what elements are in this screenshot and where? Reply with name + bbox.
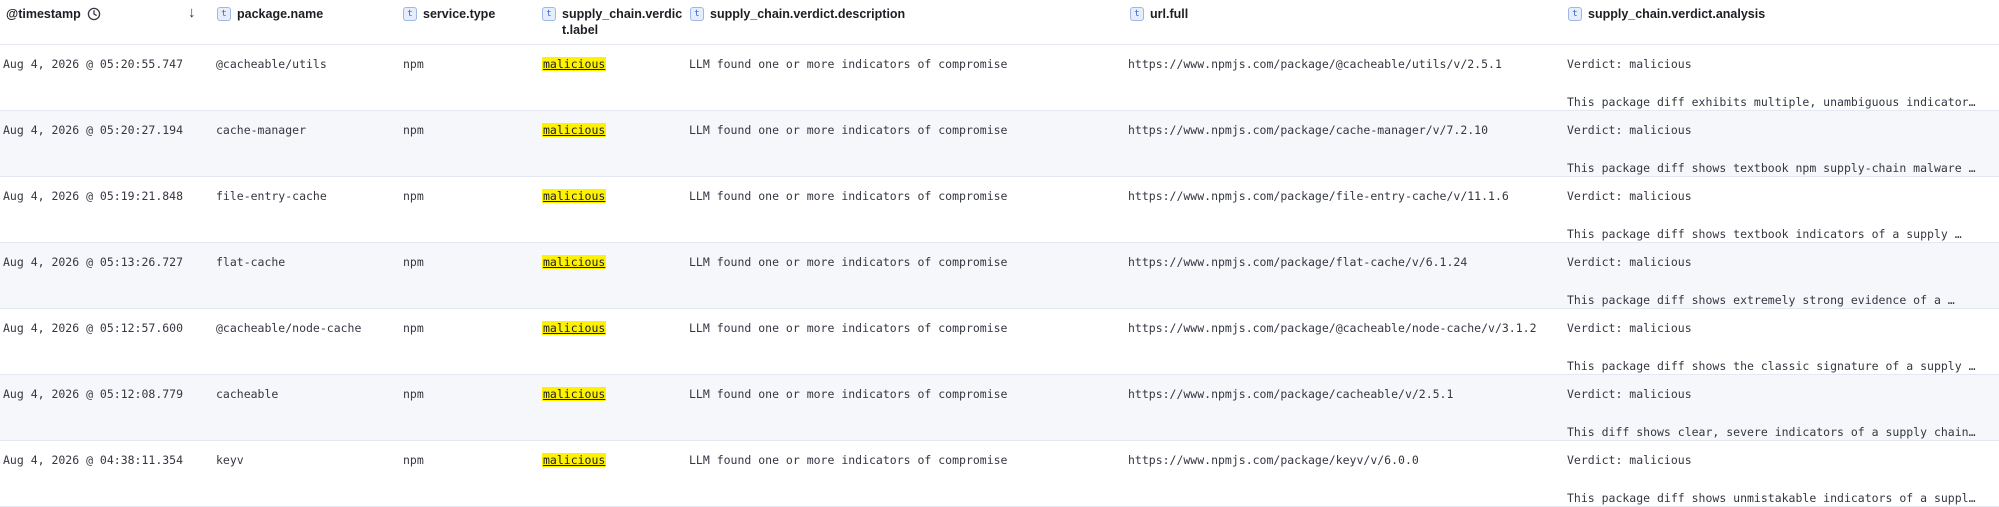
column-header-label: supply_chain.verdict.description — [710, 7, 906, 21]
column-header-label: package.name — [237, 7, 324, 21]
column-header-label: service.type — [423, 7, 496, 21]
package-name-cell[interactable]: keyv — [216, 453, 244, 467]
verdict-analysis-line2[interactable]: This package diff shows textbook indicat… — [1567, 227, 1997, 241]
verdict-label-cell[interactable]: malicious — [542, 189, 607, 203]
verdict-analysis-line1[interactable]: Verdict: malicious — [1567, 123, 1692, 137]
text-field-type-icon: t — [542, 7, 556, 21]
table-body: Aug 4, 2026 @ 05:20:55.747 @cacheable/ut… — [0, 45, 1999, 507]
verdict-description-cell[interactable]: LLM found one or more indicators of comp… — [689, 57, 1008, 71]
timestamp-cell[interactable]: Aug 4, 2026 @ 05:19:21.848 — [3, 189, 183, 203]
url-cell[interactable]: https://www.npmjs.com/package/file-entry… — [1128, 189, 1509, 203]
column-header-package-name[interactable]: t package.name — [217, 6, 323, 22]
timestamp-cell[interactable]: Aug 4, 2026 @ 05:20:27.194 — [3, 123, 183, 137]
service-type-cell[interactable]: npm — [403, 123, 424, 137]
service-type-cell[interactable]: npm — [403, 453, 424, 467]
verdict-label-cell[interactable]: malicious — [542, 123, 607, 137]
service-type-cell[interactable]: npm — [403, 57, 424, 71]
sort-descending-arrow-icon[interactable]: ↓ — [188, 5, 196, 21]
verdict-label-highlight: malicious — [542, 57, 607, 71]
table-row[interactable]: Aug 4, 2026 @ 05:19:21.848 file-entry-ca… — [0, 177, 1999, 243]
verdict-analysis-line1[interactable]: Verdict: malicious — [1567, 453, 1692, 467]
column-header-verdict-label[interactable]: t supply_chain.verdic t.label — [542, 6, 682, 38]
verdict-description-cell[interactable]: LLM found one or more indicators of comp… — [689, 453, 1008, 467]
text-field-type-icon: t — [690, 7, 704, 21]
column-header-verdict-analysis[interactable]: t supply_chain.verdict.analysis — [1568, 6, 1765, 22]
verdict-label-highlight: malicious — [542, 189, 607, 203]
verdict-analysis-line1[interactable]: Verdict: malicious — [1567, 189, 1692, 203]
timestamp-cell[interactable]: Aug 4, 2026 @ 05:12:57.600 — [3, 321, 183, 335]
package-name-cell[interactable]: @cacheable/node-cache — [216, 321, 361, 335]
verdict-analysis-line2[interactable]: This package diff shows the classic sign… — [1567, 359, 1997, 373]
text-field-type-icon: t — [403, 7, 417, 21]
package-name-cell[interactable]: @cacheable/utils — [216, 57, 327, 71]
column-header-label: @timestamp — [6, 7, 81, 21]
table-row[interactable]: Aug 4, 2026 @ 05:20:27.194 cache-manager… — [0, 111, 1999, 177]
service-type-cell[interactable]: npm — [403, 387, 424, 401]
clock-icon — [87, 7, 101, 25]
package-name-cell[interactable]: file-entry-cache — [216, 189, 327, 203]
verdict-label-cell[interactable]: malicious — [542, 57, 607, 71]
url-cell[interactable]: https://www.npmjs.com/package/cache-mana… — [1128, 123, 1488, 137]
timestamp-cell[interactable]: Aug 4, 2026 @ 05:20:55.747 — [3, 57, 183, 71]
package-name-cell[interactable]: flat-cache — [216, 255, 285, 269]
verdict-label-highlight: malicious — [542, 255, 607, 269]
table-row[interactable]: Aug 4, 2026 @ 05:12:57.600 @cacheable/no… — [0, 309, 1999, 375]
package-name-cell[interactable]: cacheable — [216, 387, 278, 401]
verdict-analysis-line1[interactable]: Verdict: malicious — [1567, 255, 1692, 269]
verdict-description-cell[interactable]: LLM found one or more indicators of comp… — [689, 321, 1008, 335]
verdict-analysis-line2[interactable]: This package diff exhibits multiple, una… — [1567, 95, 1997, 109]
package-name-cell[interactable]: cache-manager — [216, 123, 306, 137]
verdict-label-highlight: malicious — [542, 453, 607, 467]
verdict-label-highlight: malicious — [542, 387, 607, 401]
column-header-verdict-description[interactable]: t supply_chain.verdict.description — [690, 6, 905, 22]
table-row[interactable]: Aug 4, 2026 @ 05:12:08.779 cacheable npm… — [0, 375, 1999, 441]
service-type-cell[interactable]: npm — [403, 321, 424, 335]
verdict-label-cell[interactable]: malicious — [542, 387, 607, 401]
table-header: @timestamp ↓ t package.name t service.ty… — [0, 0, 1999, 45]
column-header-timestamp[interactable]: @timestamp — [6, 6, 101, 25]
column-header-label: supply_chain.verdic t.label — [562, 6, 682, 38]
verdict-analysis-line1[interactable]: Verdict: malicious — [1567, 387, 1692, 401]
verdict-analysis-line1[interactable]: Verdict: malicious — [1567, 57, 1692, 71]
url-cell[interactable]: https://www.npmjs.com/package/keyv/v/6.0… — [1128, 453, 1419, 467]
text-field-type-icon: t — [217, 7, 231, 21]
column-header-url-full[interactable]: t url.full — [1130, 6, 1188, 22]
verdict-label-cell[interactable]: malicious — [542, 321, 607, 335]
verdict-analysis-line2[interactable]: This package diff shows extremely strong… — [1567, 293, 1997, 307]
table-row[interactable]: Aug 4, 2026 @ 05:13:26.727 flat-cache np… — [0, 243, 1999, 309]
verdict-label-highlight: malicious — [542, 123, 607, 137]
url-cell[interactable]: https://www.npmjs.com/package/@cacheable… — [1128, 321, 1537, 335]
verdict-description-cell[interactable]: LLM found one or more indicators of comp… — [689, 387, 1008, 401]
verdict-description-cell[interactable]: LLM found one or more indicators of comp… — [689, 123, 1008, 137]
verdict-analysis-line1[interactable]: Verdict: malicious — [1567, 321, 1692, 335]
text-field-type-icon: t — [1568, 7, 1582, 21]
verdict-label-cell[interactable]: malicious — [542, 255, 607, 269]
verdict-description-cell[interactable]: LLM found one or more indicators of comp… — [689, 189, 1008, 203]
url-cell[interactable]: https://www.npmjs.com/package/@cacheable… — [1128, 57, 1502, 71]
table-row[interactable]: Aug 4, 2026 @ 05:20:55.747 @cacheable/ut… — [0, 45, 1999, 111]
verdict-analysis-line2[interactable]: This diff shows clear, severe indicators… — [1567, 425, 1997, 439]
timestamp-cell[interactable]: Aug 4, 2026 @ 04:38:11.354 — [3, 453, 183, 467]
column-header-service-type[interactable]: t service.type — [403, 6, 495, 22]
service-type-cell[interactable]: npm — [403, 255, 424, 269]
verdict-analysis-line2[interactable]: This package diff shows textbook npm sup… — [1567, 161, 1997, 175]
url-cell[interactable]: https://www.npmjs.com/package/cacheable/… — [1128, 387, 1453, 401]
column-header-label: supply_chain.verdict.analysis — [1588, 7, 1766, 21]
timestamp-cell[interactable]: Aug 4, 2026 @ 05:12:08.779 — [3, 387, 183, 401]
service-type-cell[interactable]: npm — [403, 189, 424, 203]
column-header-label-line2: t.label — [562, 23, 599, 37]
verdict-label-highlight: malicious — [542, 321, 607, 335]
column-header-label: url.full — [1150, 7, 1189, 21]
timestamp-cell[interactable]: Aug 4, 2026 @ 05:13:26.727 — [3, 255, 183, 269]
verdict-label-cell[interactable]: malicious — [542, 453, 607, 467]
verdict-analysis-line2[interactable]: This package diff shows unmistakable ind… — [1567, 491, 1997, 505]
results-table: @timestamp ↓ t package.name t service.ty… — [0, 0, 1999, 507]
verdict-description-cell[interactable]: LLM found one or more indicators of comp… — [689, 255, 1008, 269]
table-row[interactable]: Aug 4, 2026 @ 04:38:11.354 keyv npm mali… — [0, 441, 1999, 507]
column-header-label-line1: supply_chain.verdic — [562, 7, 683, 21]
text-field-type-icon: t — [1130, 7, 1144, 21]
url-cell[interactable]: https://www.npmjs.com/package/flat-cache… — [1128, 255, 1467, 269]
